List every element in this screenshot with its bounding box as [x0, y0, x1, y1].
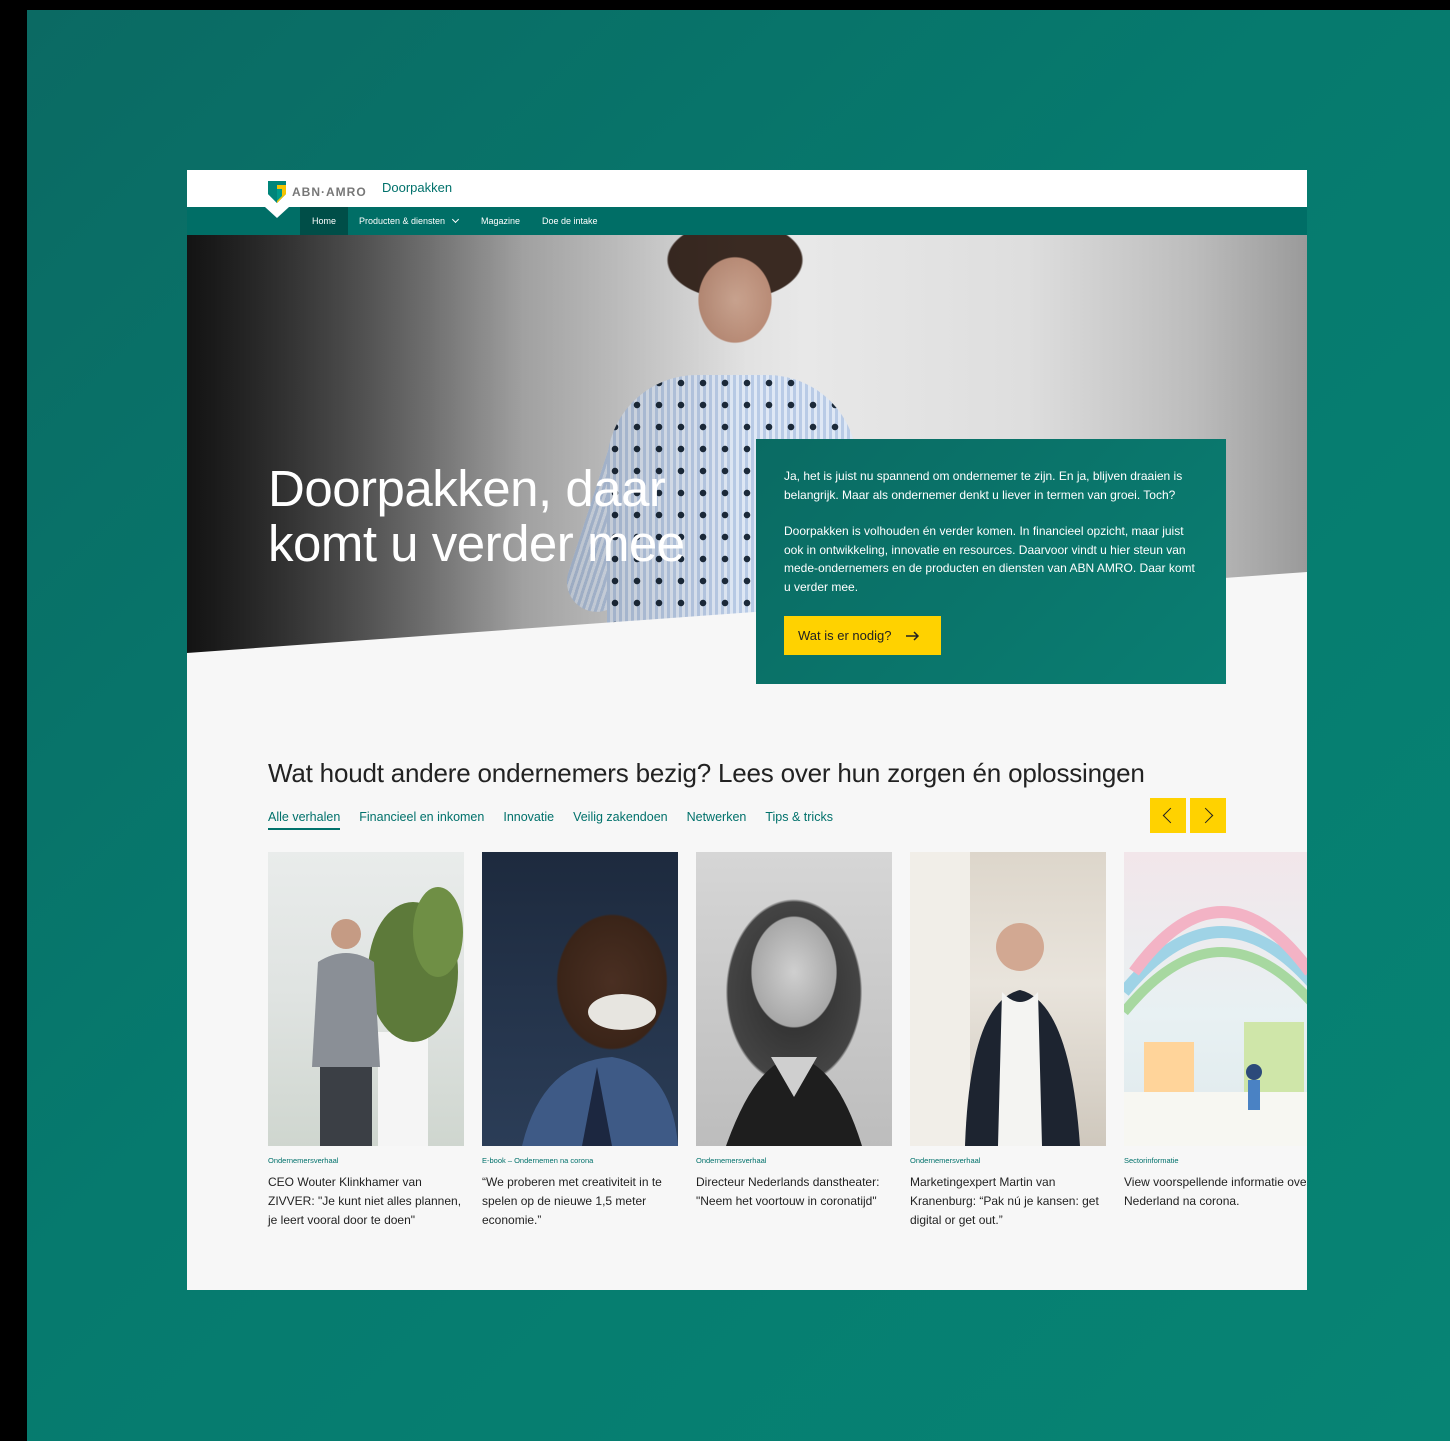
hero-title: Doorpakken, daar komt u verder mee: [268, 460, 685, 572]
top-bar: ABN·AMRO Doorpakken: [187, 170, 1307, 207]
portrait-illustration: [910, 852, 1080, 1146]
arrow-right-icon: [906, 630, 920, 641]
hero-paragraph-1: Ja, het is juist nu spannend om ondernem…: [784, 469, 1183, 502]
story-card-image: [696, 852, 892, 1146]
story-card[interactable]: E-book – Ondernemen na corona “We prober…: [482, 852, 678, 1230]
carousel-next-button[interactable]: [1190, 798, 1226, 833]
nav-label: Home: [312, 216, 337, 226]
story-card-image: [482, 852, 678, 1146]
nav-item-home[interactable]: Home: [300, 207, 349, 235]
shield-logo-icon: [268, 181, 286, 203]
cta-label: Wat is er nodig?: [798, 628, 892, 643]
tab-tips[interactable]: Tips & tricks: [765, 810, 833, 830]
abn-amro-logo[interactable]: ABN·AMRO: [268, 181, 367, 203]
story-card-title: View voorspellende informatie over Neder…: [1124, 1175, 1307, 1208]
story-card-title: CEO Wouter Klinkhamer van ZIVVER: "Je ku…: [268, 1175, 462, 1227]
nav-item-intake[interactable]: Doe de intake: [530, 207, 610, 235]
nav-label: Magazine: [481, 216, 521, 226]
nav-label: Doe de intake: [542, 216, 598, 226]
portrait-illustration: [726, 1057, 862, 1146]
page: ABN·AMRO Doorpakken Home Producten & die…: [187, 170, 1307, 1290]
story-card-title: “We proberen met creativiteit in te spel…: [482, 1175, 662, 1227]
logo-text: ABN·AMRO: [292, 185, 367, 199]
story-card-title: Directeur Nederlands danstheater: "Neem …: [696, 1175, 880, 1208]
nav-item-producten[interactable]: Producten & diensten: [347, 207, 470, 235]
tab-innovatie[interactable]: Innovatie: [503, 810, 554, 830]
story-card-image: [910, 852, 1106, 1146]
story-card-meta: Ondernemersverhaal: [268, 1156, 339, 1165]
site-title[interactable]: Doorpakken: [382, 180, 452, 195]
portrait-illustration: [522, 994, 678, 1146]
story-card-image: [1124, 852, 1307, 1146]
stories-title: Wat houdt andere ondernemers bezig? Lees…: [268, 758, 1145, 788]
story-card-title: Marketingexpert Martin van Kranenburg: “…: [910, 1175, 1099, 1227]
story-card-meta: E-book – Ondernemen na corona: [482, 1156, 594, 1165]
tab-veilig-zakendoen[interactable]: Veilig zakendoen: [573, 810, 668, 830]
hero-intro-box: Ja, het is juist nu spannend om ondernem…: [756, 439, 1226, 684]
chevron-right-icon: [1197, 807, 1214, 824]
story-card-image: [268, 852, 464, 1146]
carousel-prev-button[interactable]: [1150, 798, 1186, 833]
story-cards: Ondernemersverhaal CEO Wouter Klinkhamer…: [268, 852, 1307, 1230]
nav-item-magazine[interactable]: Magazine: [469, 207, 532, 235]
story-card[interactable]: Sectorinformatie View voorspellende info…: [1124, 852, 1307, 1230]
nav-label: Producten & diensten: [359, 216, 446, 226]
portrait-illustration: [312, 887, 463, 1146]
story-card[interactable]: Ondernemersverhaal Directeur Nederlands …: [696, 852, 892, 1230]
tab-alle-verhalen[interactable]: Alle verhalen: [268, 810, 341, 830]
hero-paragraph-2: Doorpakken is volhouden én verder komen.…: [784, 524, 1195, 594]
story-card-meta: Ondernemersverhaal: [696, 1156, 767, 1165]
nav-notch: [265, 207, 289, 218]
story-card[interactable]: Ondernemersverhaal Marketingexpert Marti…: [910, 852, 1106, 1230]
city-illustration: [1124, 906, 1307, 1146]
carousel-controls: [1150, 798, 1226, 833]
story-card[interactable]: Ondernemersverhaal CEO Wouter Klinkhamer…: [268, 852, 464, 1230]
tab-financieel[interactable]: Financieel en inkomen: [359, 810, 484, 830]
cta-button[interactable]: Wat is er nodig?: [784, 616, 941, 655]
chevron-left-icon: [1162, 807, 1179, 824]
story-card-meta: Sectorinformatie: [1124, 1156, 1179, 1165]
story-card-meta: Ondernemersverhaal: [910, 1156, 981, 1165]
tab-netwerken[interactable]: Netwerken: [687, 810, 747, 830]
chevron-down-icon: [452, 215, 460, 224]
story-tabs: Alle verhalen Financieel en inkomen Inno…: [268, 810, 833, 830]
